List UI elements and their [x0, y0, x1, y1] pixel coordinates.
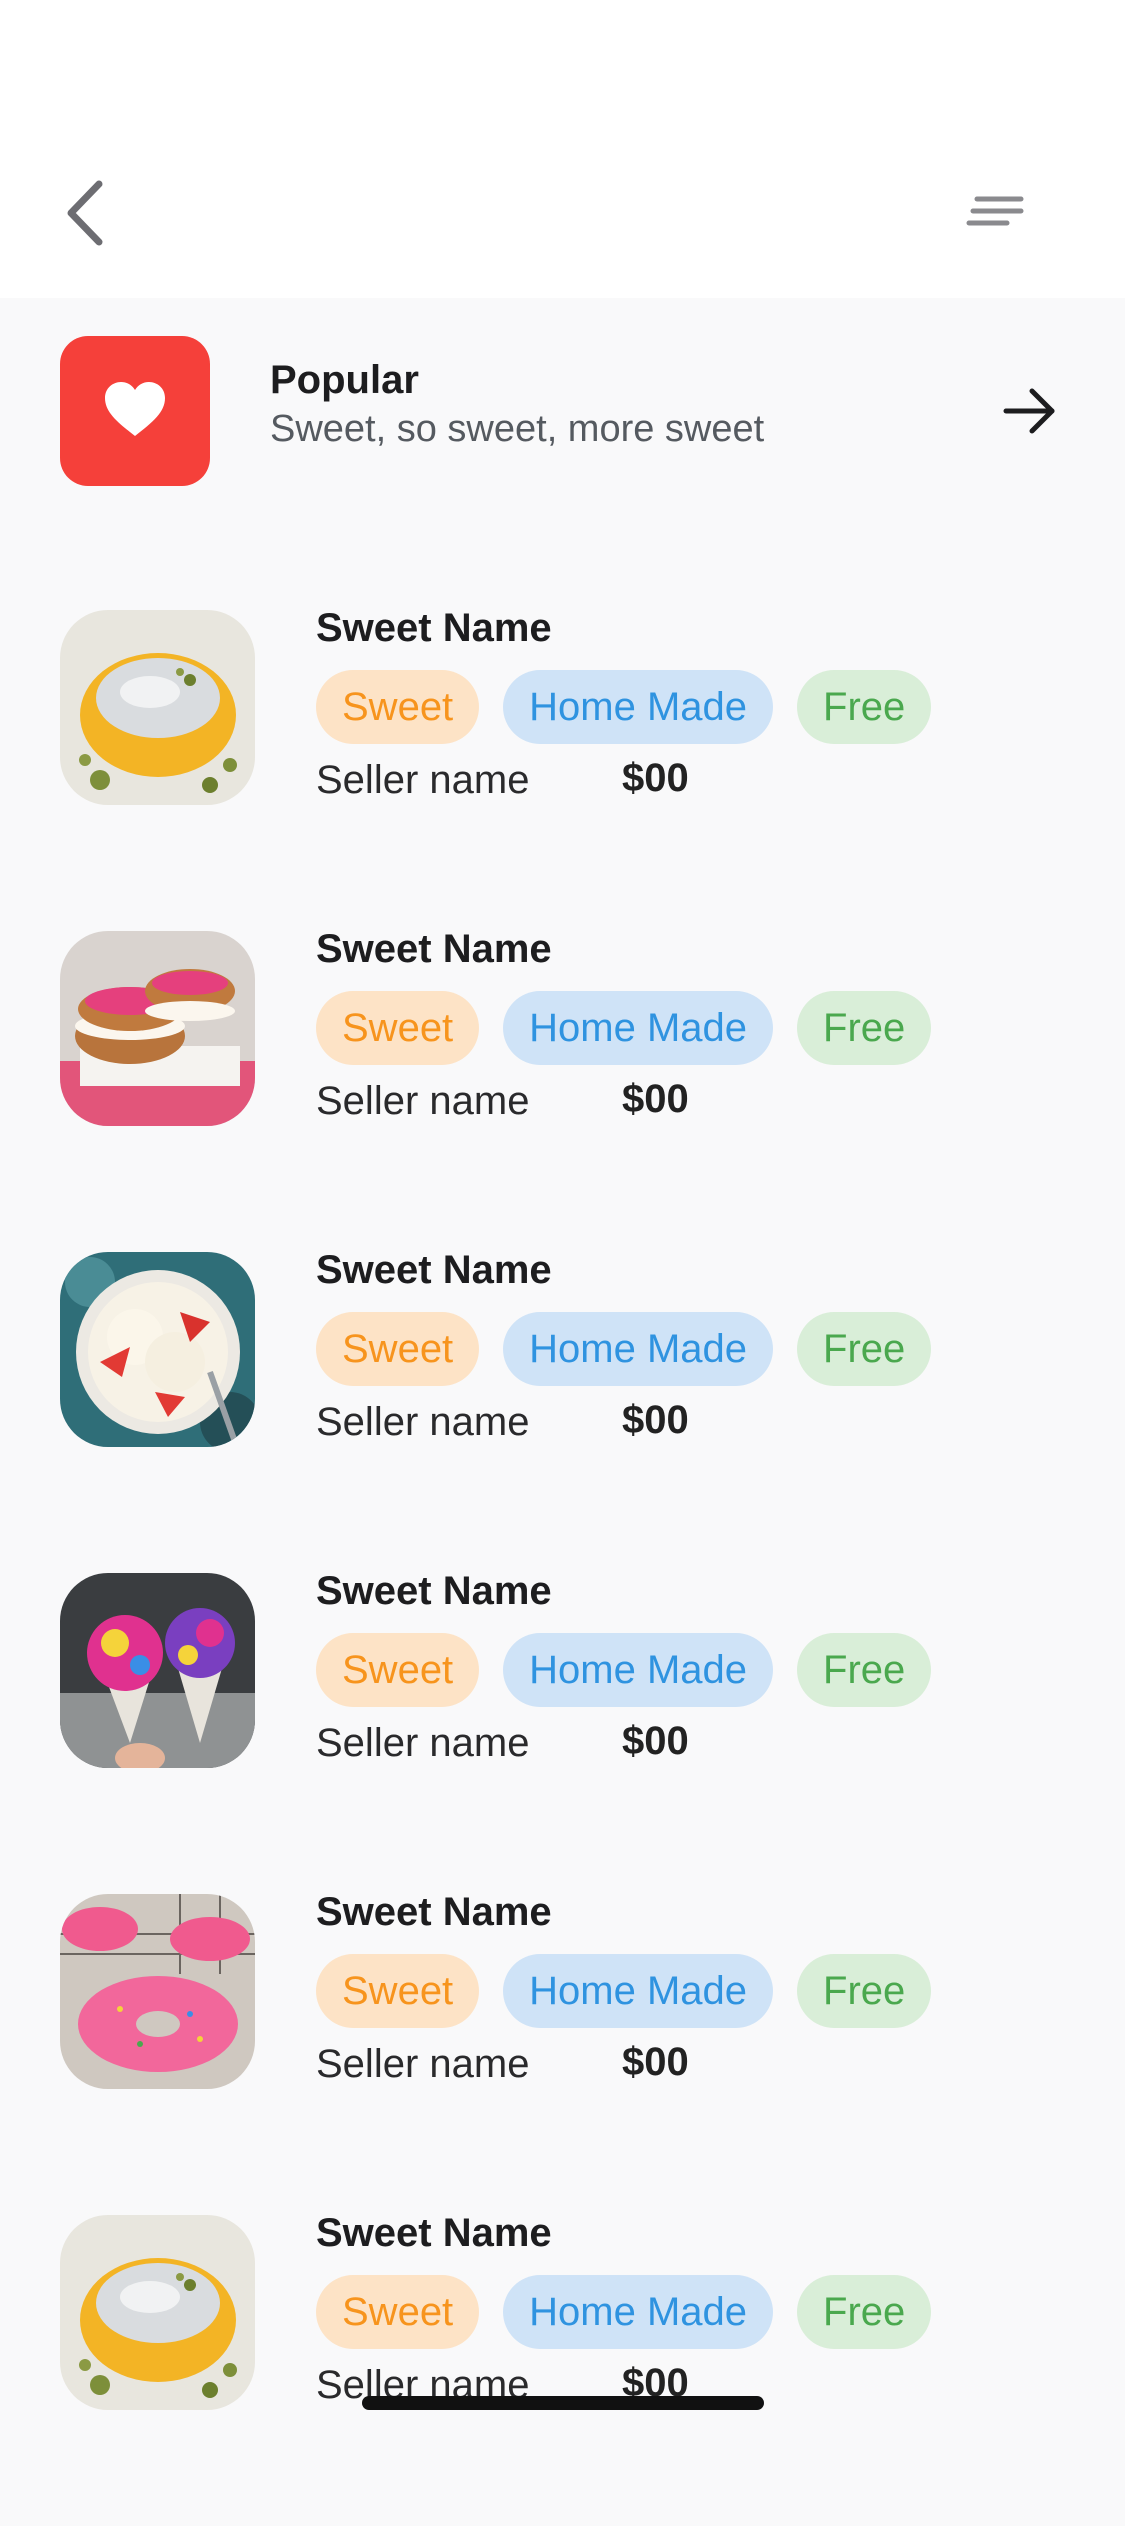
tag-sweet[interactable]: Sweet — [316, 670, 480, 744]
ice-cream-bowl-photo — [60, 1252, 255, 1447]
item-price: $00 — [622, 756, 689, 800]
item-price: $00 — [622, 2040, 689, 2084]
seller-name: Seller name — [316, 1079, 530, 1123]
category-header-popular[interactable]: Popular Sweet, so sweet, more sweet — [0, 298, 1125, 528]
item-name: Sweet Name — [316, 1890, 552, 1934]
ice-cream-cones-photo — [60, 1573, 255, 1768]
tag-home-made[interactable]: Home Made — [503, 1312, 774, 1386]
item-name: Sweet Name — [316, 1248, 552, 1292]
list-item[interactable]: Sweet Name Sweet Home Made Free Seller n… — [0, 1242, 1125, 1563]
item-name: Sweet Name — [316, 1569, 552, 1613]
tag-sweet[interactable]: Sweet — [316, 991, 480, 1065]
tag-home-made[interactable]: Home Made — [503, 2275, 774, 2349]
donut-sandwich-photo — [60, 931, 255, 1126]
tag-list: Sweet Home Made Free — [316, 991, 932, 1065]
home-indicator[interactable] — [362, 2396, 764, 2410]
item-price: $00 — [622, 1719, 689, 1763]
category-icon-tile — [60, 336, 210, 486]
tag-sweet[interactable]: Sweet — [316, 1633, 480, 1707]
pink-donuts-photo — [60, 1894, 255, 2089]
tag-sweet[interactable]: Sweet — [316, 2275, 480, 2349]
item-name: Sweet Name — [316, 927, 552, 971]
tag-home-made[interactable]: Home Made — [503, 1633, 774, 1707]
tag-home-made[interactable]: Home Made — [503, 670, 774, 744]
tag-free[interactable]: Free — [797, 1954, 932, 2028]
seller-name: Seller name — [316, 2042, 530, 2086]
top-navigation-bar — [0, 0, 1125, 298]
seller-name: Seller name — [316, 1721, 530, 1765]
category-title: Popular — [270, 358, 419, 402]
menu-button[interactable] — [950, 180, 1040, 250]
item-price: $00 — [622, 1398, 689, 1442]
tag-sweet[interactable]: Sweet — [316, 1954, 480, 2028]
list-item[interactable]: Sweet Name Sweet Home Made Free Seller n… — [0, 921, 1125, 1242]
item-price: $00 — [622, 1077, 689, 1121]
list-item[interactable]: Sweet Name Sweet Home Made Free Seller n… — [0, 1884, 1125, 2205]
category-open-button[interactable] — [990, 378, 1070, 448]
list-item[interactable]: Sweet Name Sweet Home Made Free Seller n… — [0, 1563, 1125, 1884]
tag-list: Sweet Home Made Free — [316, 1633, 932, 1707]
back-button[interactable] — [50, 170, 120, 260]
list-item[interactable]: Sweet Name Sweet Home Made Free Seller n… — [0, 600, 1125, 921]
tag-list: Sweet Home Made Free — [316, 1312, 932, 1386]
tag-free[interactable]: Free — [797, 670, 932, 744]
chevron-left-icon — [63, 178, 107, 253]
tag-free[interactable]: Free — [797, 1312, 932, 1386]
tag-list: Sweet Home Made Free — [316, 1954, 932, 2028]
tag-list: Sweet Home Made Free — [316, 670, 932, 744]
tag-home-made[interactable]: Home Made — [503, 991, 774, 1065]
sweets-list: Sweet Name Sweet Home Made Free Seller n… — [0, 600, 1125, 2526]
arrow-right-icon — [1002, 386, 1058, 441]
item-name: Sweet Name — [316, 2211, 552, 2255]
heart-icon — [103, 380, 167, 443]
tag-list: Sweet Home Made Free — [316, 2275, 932, 2349]
list-item[interactable]: Sweet Name Sweet Home Made Free Seller n… — [0, 2205, 1125, 2526]
sweet-pastry-photo — [60, 2215, 255, 2410]
tag-free[interactable]: Free — [797, 1633, 932, 1707]
sweet-pastry-photo — [60, 610, 255, 805]
tag-home-made[interactable]: Home Made — [503, 1954, 774, 2028]
tag-sweet[interactable]: Sweet — [316, 1312, 480, 1386]
seller-name: Seller name — [316, 1400, 530, 1444]
seller-name: Seller name — [316, 758, 530, 802]
item-name: Sweet Name — [316, 606, 552, 650]
tag-free[interactable]: Free — [797, 991, 932, 1065]
menu-lines-icon — [965, 193, 1025, 238]
category-subtitle: Sweet, so sweet, more sweet — [270, 408, 765, 450]
tag-free[interactable]: Free — [797, 2275, 932, 2349]
